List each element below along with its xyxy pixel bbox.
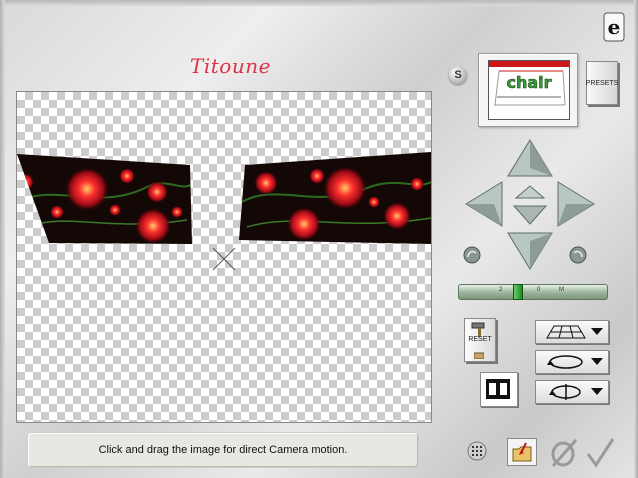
rotate-left-icon[interactable] <box>462 245 482 265</box>
render-preview-button[interactable] <box>480 372 518 407</box>
preset-thumbnail-label: chair <box>506 73 551 92</box>
presets-button-label: PRESETS <box>585 79 619 87</box>
window-frame-left <box>0 0 5 478</box>
info-icon[interactable]: e <box>603 12 625 42</box>
rotate-right-icon[interactable] <box>568 245 588 265</box>
preview-scene <box>17 152 431 271</box>
zoom-tick-label: 0 <box>537 287 541 293</box>
reset-base-icon <box>474 352 484 359</box>
crosshair-icon <box>212 247 236 271</box>
presets-button[interactable]: PRESETS <box>586 61 618 105</box>
reset-button-label: RESET <box>468 336 492 343</box>
camera-preview-canvas[interactable] <box>16 91 432 423</box>
s-button-label: S <box>454 69 462 81</box>
zoom-tick-label: 2 <box>499 287 503 293</box>
open-file-button[interactable] <box>507 438 537 466</box>
svg-text:e: e <box>608 15 621 39</box>
preset-thumbnail: chair <box>488 60 570 120</box>
save-preset-button[interactable]: S <box>449 66 467 84</box>
hammer-icon <box>471 322 485 337</box>
orbit-icon <box>547 355 583 369</box>
move-up-button[interactable] <box>506 138 554 178</box>
status-message: Click and drag the image for direct Came… <box>98 444 348 456</box>
window-frame-top <box>0 0 638 6</box>
orbit-mode-dropdown[interactable] <box>535 350 609 374</box>
chevron-down-icon <box>591 328 603 335</box>
preset-thumbnail-frame[interactable]: chair <box>478 53 578 127</box>
move-down-button[interactable] <box>506 231 554 271</box>
cancel-icon[interactable] <box>549 436 579 468</box>
spin-axis-icon <box>549 384 581 400</box>
chevron-down-icon <box>591 358 603 365</box>
grid-icon[interactable] <box>467 441 487 461</box>
zoom-tick-label: M <box>559 287 564 293</box>
move-right-button[interactable] <box>556 180 596 228</box>
checkmark-icon[interactable] <box>585 436 615 468</box>
right-image-panel <box>239 152 431 244</box>
perspective-grid-icon <box>546 325 586 339</box>
left-image-panel <box>17 154 192 244</box>
move-left-button[interactable] <box>464 180 504 228</box>
reset-button[interactable]: RESET <box>464 318 496 362</box>
spin-mode-dropdown[interactable] <box>535 380 609 404</box>
chevron-down-icon <box>591 388 603 395</box>
filmstrip-icon <box>486 379 510 399</box>
move-backward-button[interactable] <box>512 204 548 226</box>
zoom-slider[interactable]: 2 0 M <box>458 284 608 300</box>
zoom-slider-thumb[interactable] <box>513 284 523 300</box>
floor-grid-dropdown[interactable] <box>535 320 609 344</box>
brand-logo-text: Titoune <box>190 54 271 78</box>
open-folder-icon <box>512 442 532 462</box>
status-bar: Click and drag the image for direct Came… <box>28 433 418 467</box>
move-forward-button[interactable] <box>514 184 546 200</box>
window-frame-right <box>634 0 638 478</box>
